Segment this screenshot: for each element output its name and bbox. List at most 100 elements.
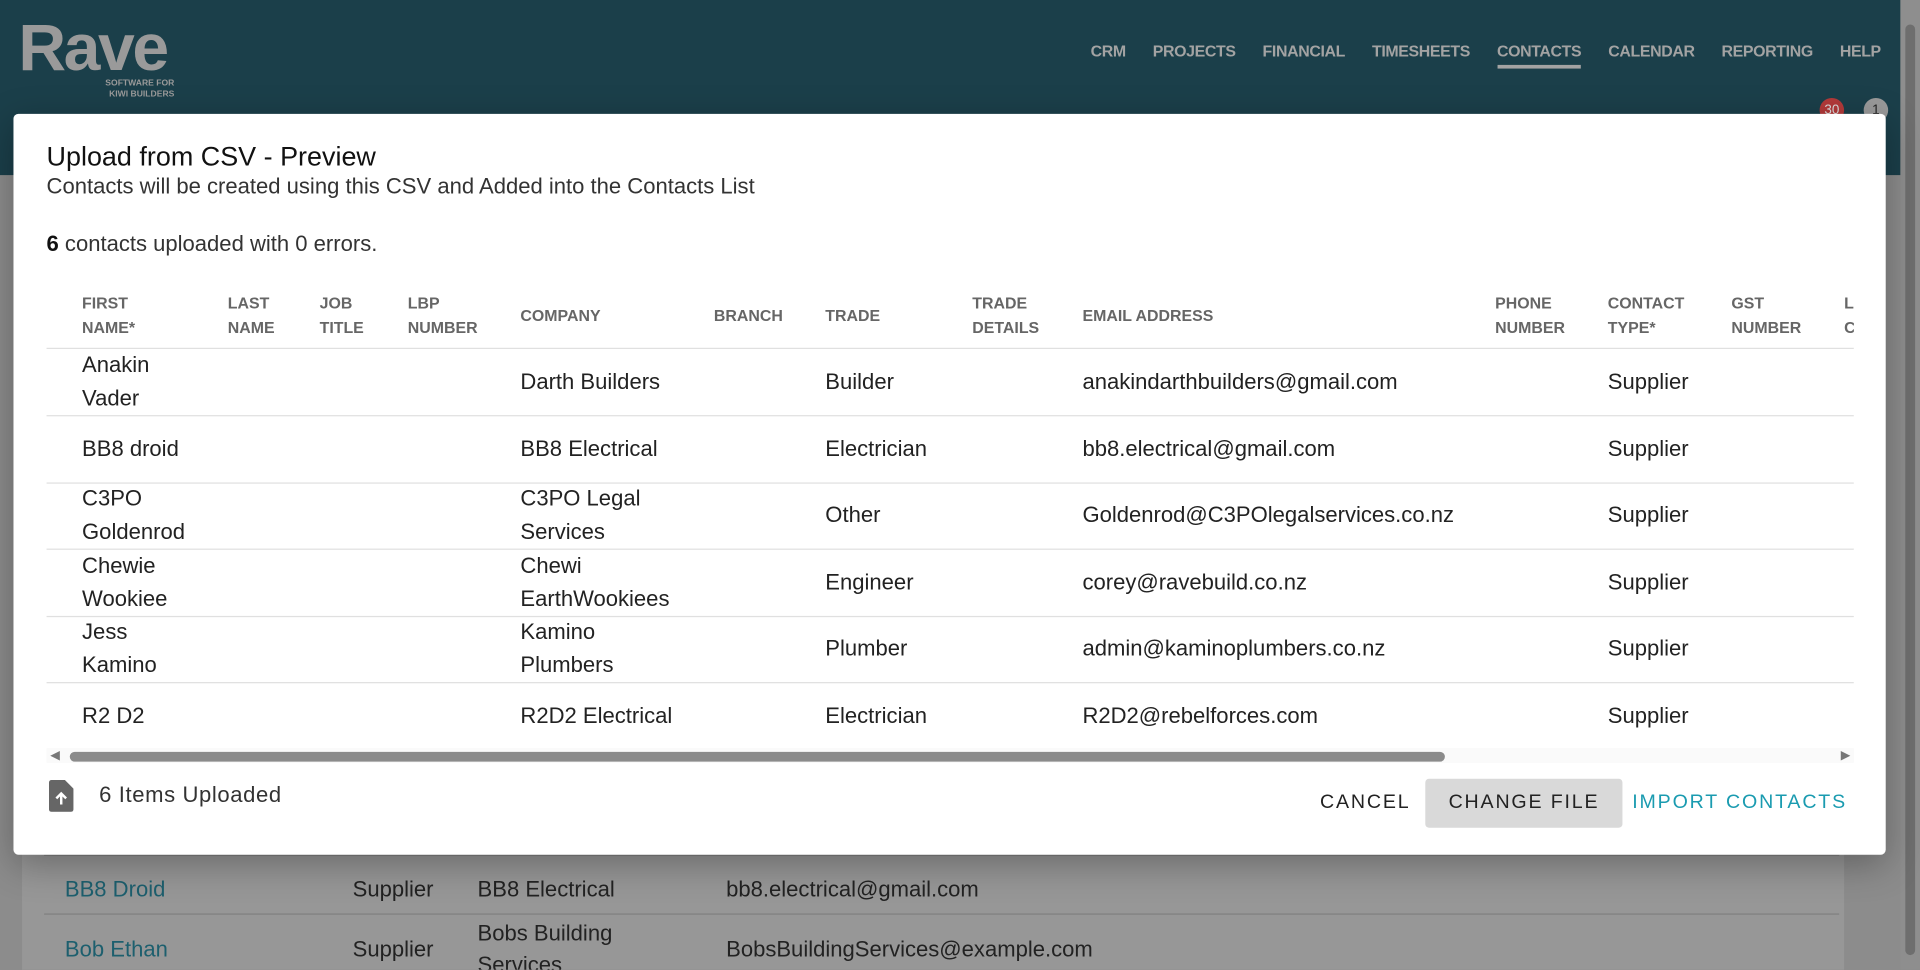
nav-projects[interactable]: PROJECTS: [1153, 42, 1236, 69]
cell-trade: Engineer: [825, 569, 914, 594]
import-contacts-button[interactable]: IMPORT CONTACTS: [1609, 779, 1870, 828]
column-header-label: CONTACT: [1607, 293, 1685, 313]
column-header[interactable]: TRADE: [825, 304, 880, 328]
column-header[interactable]: GST NUMBER: [1731, 291, 1801, 340]
cell-type: Supplier: [1607, 369, 1689, 394]
file-upload-icon: [48, 780, 74, 812]
cell-trade: Plumber: [825, 636, 908, 661]
cell-company: Darth Builders: [520, 369, 661, 394]
cell-email: bb8.electrical@gmail.com: [1082, 435, 1336, 461]
cell-email: admin@kaminoplumbers.co.nz: [1082, 636, 1386, 661]
cell-type: Supplier: [1607, 636, 1689, 661]
cell-type: Supplier: [1607, 435, 1689, 461]
contact-email: bb8.electrical@gmail.com: [726, 876, 979, 902]
column-header[interactable]: JOB TITLE: [320, 291, 364, 340]
nav-calendar[interactable]: CALENDAR: [1608, 42, 1695, 69]
cell-company: C3PO Legal Services: [520, 486, 641, 544]
column-header[interactable]: TRADE DETAILS: [972, 291, 1039, 340]
change-file-button[interactable]: CHANGE FILE: [1425, 778, 1623, 828]
column-header-label: NUMBER: [1731, 318, 1802, 337]
cell-email: R2D2@rebelforces.com: [1082, 702, 1318, 728]
column-header-label: LAST: [227, 293, 270, 313]
table-row: BB8 droid BB8 Electrical Electrician bb8.el…: [46, 416, 1854, 484]
page-scrollbar[interactable]: [1900, 0, 1920, 970]
column-header-label: JOB: [319, 293, 353, 313]
table-row: Anakin Vader Darth Builders Builder anakind…: [46, 349, 1854, 417]
column-header-label: NUMBER: [1495, 318, 1565, 337]
contact-company: Bobs Building Services: [477, 920, 613, 970]
contact-name-link[interactable]: Bob Ethan: [65, 937, 168, 963]
scroll-right-icon[interactable]: ▶: [1841, 749, 1850, 762]
cell-trade: Electrician: [825, 435, 927, 461]
cell-type: Supplier: [1607, 502, 1689, 528]
column-header-label: NUMBER: [407, 318, 478, 337]
column-header[interactable]: LAST NAME: [228, 291, 275, 340]
nav-financial[interactable]: FINANCIAL: [1263, 42, 1346, 69]
nav-reporting[interactable]: REPORTING: [1722, 42, 1814, 69]
preview-table: FIRST NAME* LAST NAME JOB TITLE LBP NUMBER COMPA…: [46, 279, 1854, 749]
nav-crm[interactable]: CRM: [1091, 42, 1127, 69]
contact-email: BobsBuildingServices@example.com: [726, 936, 1093, 962]
scrollbar-thumb[interactable]: [69, 751, 1445, 762]
items-uploaded-count: 6 Items Uploaded: [99, 782, 282, 807]
cell-first: BB8 droid: [82, 435, 179, 461]
table-horizontal-scrollbar[interactable]: ◀ ▶: [46, 748, 1854, 763]
table-row: Jess Kamino Kamino Plumbers Plumber admin@k…: [46, 616, 1854, 684]
scroll-left-icon[interactable]: ◀: [50, 749, 59, 762]
cell-email: Goldenrod@C3POlegalservices.co.nz: [1082, 502, 1454, 528]
cell-trade: Electrician: [825, 702, 927, 728]
cell-company: Kamino Plumbers: [520, 619, 614, 678]
logo-tagline: SOFTWARE FOR KIWI BUILDERS: [105, 79, 175, 100]
cell-type: Supplier: [1607, 569, 1689, 594]
contact-company: BB8 Electrical: [477, 876, 615, 902]
column-header[interactable]: COMPANY: [520, 304, 600, 328]
column-header-label: TRADE: [825, 306, 881, 325]
cell-company: Chewi EarthWookiees: [520, 552, 670, 611]
background-list-row[interactable]: Bob Ethan Supplier Bobs Building Service…: [44, 913, 1840, 970]
column-header-label: DETAILS: [972, 318, 1040, 337]
main-nav: CRM PROJECTS FINANCIAL TIMESHEETS CONTACTS CA…: [1091, 42, 1881, 69]
column-header-label: LAI: [1844, 293, 1854, 313]
column-header-label: NAME*: [82, 318, 136, 337]
upload-csv-preview-dialog: Upload from CSV - Preview Contacts will …: [13, 113, 1886, 855]
column-header-label: LBP: [407, 293, 440, 313]
column-header[interactable]: EMAIL ADDRESS: [1082, 304, 1213, 328]
cell-first: R2 D2: [82, 702, 145, 728]
cell-company: R2D2 Electrical: [520, 702, 673, 728]
column-header-label: CO: [1844, 316, 1854, 340]
cancel-button[interactable]: CANCEL: [1297, 779, 1434, 828]
cell-company: BB8 Electrical: [520, 435, 658, 461]
column-header[interactable]: BRANCH: [714, 304, 783, 328]
nav-help[interactable]: HELP: [1840, 42, 1881, 69]
cell-first: C3PO Goldenrod: [82, 486, 185, 544]
column-header[interactable]: FIRST NAME*: [82, 291, 135, 340]
cell-first: Anakin Vader: [82, 352, 150, 411]
column-header[interactable]: LBP NUMBER: [408, 291, 478, 340]
page-scrollbar-thumb[interactable]: [1905, 24, 1916, 956]
cell-email: corey@ravebuild.co.nz: [1082, 569, 1307, 594]
column-header-label: TYPE*: [1607, 318, 1656, 337]
cell-email: anakindarthbuilders@gmail.com: [1082, 369, 1398, 394]
cell-trade: Other: [825, 502, 881, 528]
upload-summary: 6 contacts uploaded with 0 errors.: [46, 231, 378, 256]
column-header-label: GST: [1731, 293, 1765, 313]
table-row: R2 D2 R2D2 Electrical Electrician R2D2@rebe…: [47, 683, 1854, 749]
cell-type: Supplier: [1607, 702, 1689, 728]
contact-name-link[interactable]: BB8 Droid: [65, 877, 165, 903]
column-header-label: PHONE: [1495, 293, 1552, 313]
table-row: Chewie Wookiee Chewi EarthWookiees Enginee…: [46, 549, 1854, 617]
column-header-label: TRADE: [972, 293, 1028, 313]
column-header[interactable]: LAI CO: [1844, 291, 1854, 340]
column-header-label: COMPANY: [520, 306, 601, 325]
rave-logo[interactable]: Rave: [18, 10, 169, 86]
nav-timesheets[interactable]: TIMESHEETS: [1372, 42, 1470, 69]
column-header-label: TITLE: [319, 318, 364, 337]
cell-first: Jess Kamino: [82, 619, 157, 678]
column-header[interactable]: PHONE NUMBER: [1495, 291, 1565, 340]
background-list-row[interactable]: BB8 Droid Supplier BB8 Electrical bb8.el…: [44, 854, 1840, 915]
dialog-subtitle: Contacts will be created using this CSV …: [46, 173, 755, 199]
table-row: C3PO Goldenrod C3PO Legal Services Other Go…: [46, 482, 1854, 550]
column-header[interactable]: CONTACT TYPE*: [1608, 291, 1685, 340]
dialog-title: Upload from CSV - Preview: [46, 140, 376, 172]
nav-contacts[interactable]: CONTACTS: [1496, 42, 1582, 69]
